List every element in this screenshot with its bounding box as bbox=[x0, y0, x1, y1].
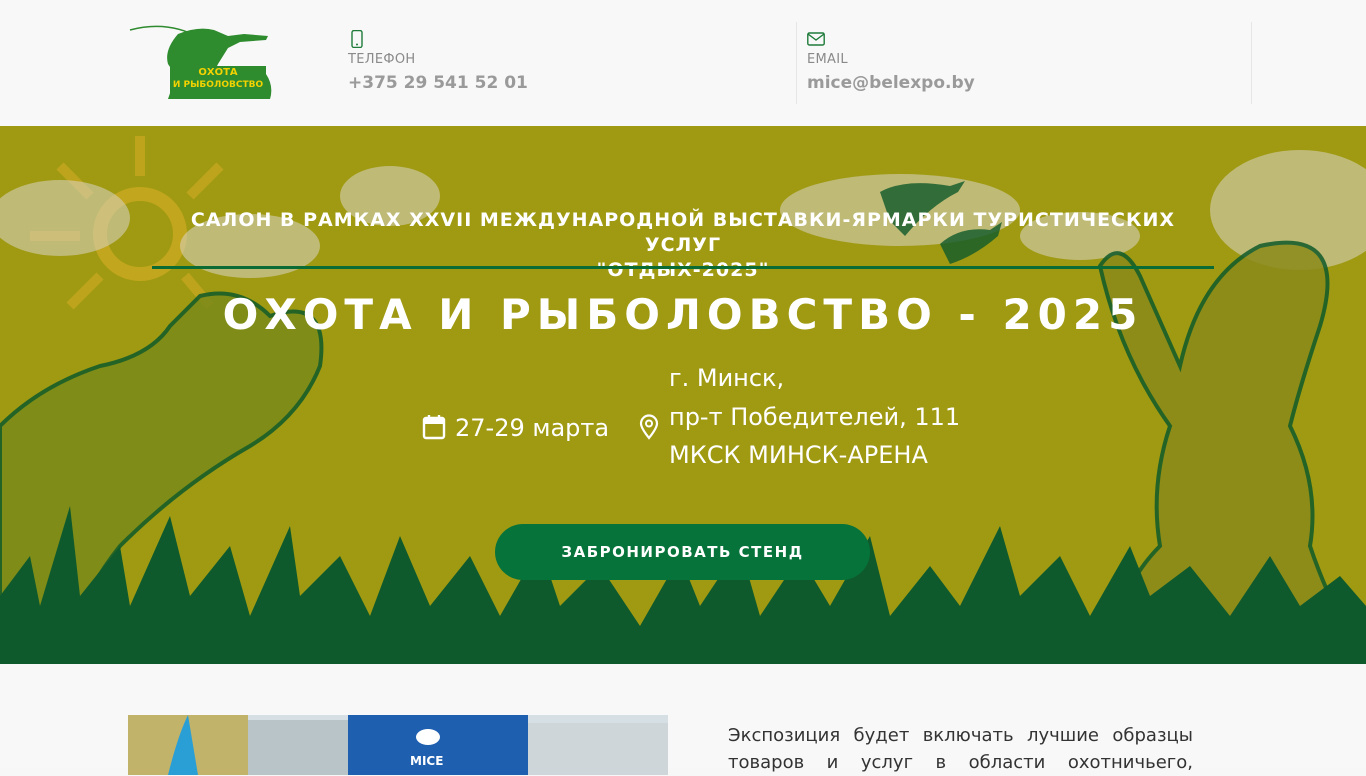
location-street: пр-т Победителей, 111 bbox=[669, 403, 961, 431]
exhibition-photo: MICE bbox=[128, 715, 668, 775]
mobile-phone-icon bbox=[348, 29, 366, 49]
email-link[interactable]: mice@belexpo.by bbox=[807, 73, 975, 93]
event-title: ОХОТА И РЫБОЛОВСТВО - 2025 bbox=[222, 290, 1144, 339]
hero-banner: САЛОН В РАМКАХ XXVII МЕЖДУНАРОДНОЙ ВЫСТА… bbox=[0, 126, 1366, 664]
phone-contact: ТЕЛЕФОН +375 29 541 52 01 bbox=[348, 22, 788, 104]
logo-text-2: И РЫБОЛОВСТВО bbox=[173, 80, 264, 90]
location-venue: МКСК МИНСК-АРЕНА bbox=[669, 441, 928, 469]
email-contact: EMAIL mice@belexpo.by bbox=[796, 22, 1252, 104]
email-label: EMAIL bbox=[807, 52, 848, 67]
calendar-icon bbox=[422, 414, 446, 440]
photo-sign-text: MICE bbox=[410, 754, 443, 768]
logo-text-1: ОХОТА bbox=[198, 67, 238, 78]
location-city: г. Минск, bbox=[669, 364, 785, 392]
phone-label: ТЕЛЕФОН bbox=[348, 52, 416, 67]
hero-divider bbox=[152, 266, 1214, 269]
hero-background-illustration bbox=[0, 136, 1366, 664]
about-text-line-2: товаров и услуг в области охотничьего, bbox=[728, 752, 1193, 773]
location-pin-icon bbox=[638, 414, 660, 440]
about-text-line-1: Экспозиция будет включать лучшие образцы bbox=[728, 725, 1193, 746]
envelope-icon bbox=[807, 30, 825, 48]
event-date-text: 27-29 марта bbox=[455, 414, 610, 442]
book-stand-button[interactable]: ЗАБРОНИРОВАТЬ СТЕНД bbox=[495, 524, 870, 580]
hero-subtitle-line-1: САЛОН В РАМКАХ XXVII МЕЖДУНАРОДНОЙ ВЫСТА… bbox=[190, 209, 1176, 256]
phone-number-link[interactable]: +375 29 541 52 01 bbox=[348, 73, 528, 93]
site-header: ОХОТА И РЫБОЛОВСТВО ТЕЛЕФОН +375 29 541 … bbox=[0, 0, 1366, 126]
hero-subtitle-line-2: "ОТДЫХ-2025" bbox=[596, 259, 770, 281]
hero-subtitle: САЛОН В РАМКАХ XXVII МЕЖДУНАРОДНОЙ ВЫСТА… bbox=[150, 208, 1216, 283]
logo[interactable]: ОХОТА И РЫБОЛОВСТВО bbox=[128, 24, 288, 100]
about-section: MICE Экспозиция будет включать лучшие об… bbox=[0, 664, 1366, 775]
